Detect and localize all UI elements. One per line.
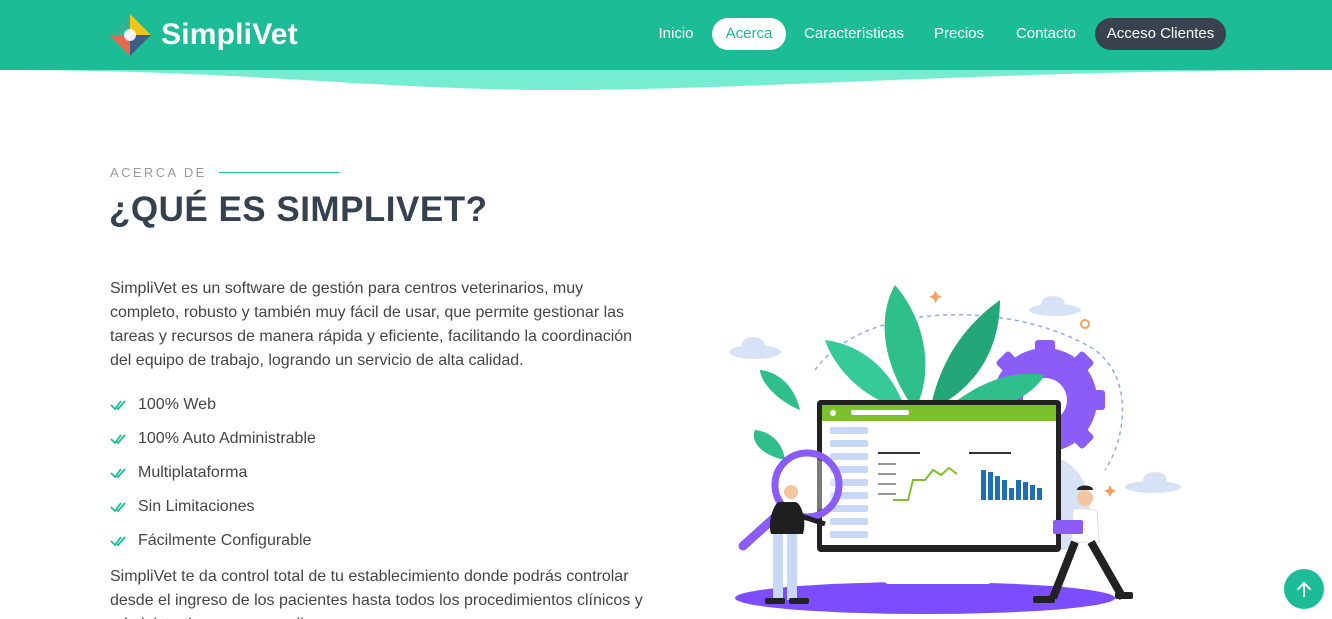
nav-item-caracteristicas[interactable]: Características — [798, 18, 910, 50]
feature-list: 100% Web 100% Auto Administrable Multipl… — [110, 388, 316, 558]
list-item: Sin Limitaciones — [110, 490, 316, 524]
list-item: 100% Web — [110, 388, 316, 422]
list-item: 100% Auto Administrable — [110, 422, 316, 456]
feature-label: 100% Web — [138, 396, 216, 413]
nav-item-acerca[interactable]: Acerca — [712, 18, 786, 50]
nav-item-contacto[interactable]: Contacto — [1008, 18, 1084, 50]
list-item: Multiplataforma — [110, 456, 316, 490]
double-check-icon — [110, 502, 126, 513]
double-check-icon — [110, 468, 126, 479]
nav-item-precios[interactable]: Precios — [925, 18, 993, 50]
dashboard-illustration — [729, 285, 1181, 614]
section-title: ¿QUÉ ES SIMPLIVET? — [109, 190, 488, 229]
feature-label: Multiplataforma — [138, 464, 248, 481]
section-eyebrow: ACERCA DE — [110, 165, 339, 180]
scroll-to-top-button[interactable] — [1284, 569, 1324, 609]
feature-label: Sin Limitaciones — [138, 498, 255, 515]
double-check-icon — [110, 536, 126, 547]
list-item: Fácilmente Configurable — [110, 524, 316, 558]
site-header: SimpliVet Inicio Acerca Características … — [0, 0, 1332, 90]
double-check-icon — [110, 400, 126, 411]
feature-label: 100% Auto Administrable — [138, 430, 316, 447]
arrow-up-icon — [1297, 582, 1311, 597]
intro-paragraph: SimpliVet es un software de gestión para… — [110, 280, 633, 369]
client-access-button[interactable]: Acceso Clientes — [1095, 18, 1226, 50]
double-check-icon — [110, 434, 126, 445]
eyebrow-divider — [218, 172, 339, 173]
feature-label: Fácilmente Configurable — [138, 532, 312, 549]
nav-item-inicio[interactable]: Inicio — [650, 18, 702, 50]
secondary-paragraph: SimpliVet te da control total de tu esta… — [110, 568, 643, 619]
eyebrow-label: ACERCA DE — [110, 165, 207, 180]
main-nav: Inicio Acerca Características Precios Co… — [0, 18, 1332, 50]
